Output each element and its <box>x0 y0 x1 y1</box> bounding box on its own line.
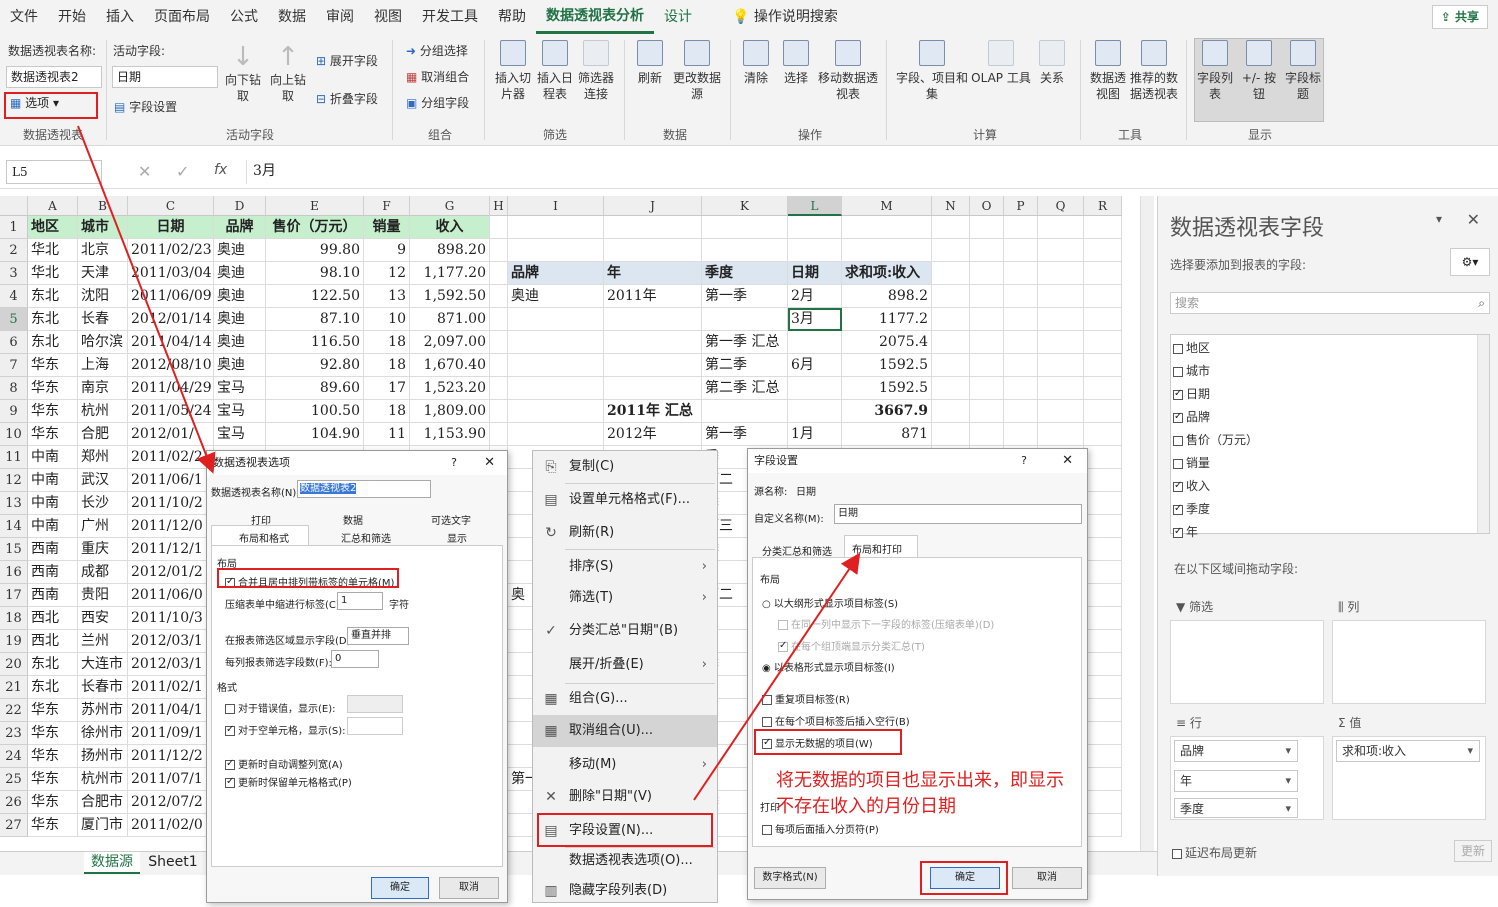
field-label: 城市 <box>1186 364 1211 378</box>
arrow-to-options-dialog <box>77 125 216 474</box>
field-item[interactable]: 季度 <box>1173 500 1210 517</box>
field-label: 日期 <box>1186 387 1211 401</box>
filter-icon: ▼ <box>1176 600 1186 614</box>
drag-label: 在以下区域间拖动字段: <box>1174 562 1299 576</box>
field-search-input[interactable]: 搜索 ⌕ <box>1170 292 1490 314</box>
search-icon: ⌕ <box>1478 296 1485 310</box>
choose-label: 选择要添加到报表的字段: <box>1170 258 1307 272</box>
filter-zone-label: ▼ 筛选 <box>1176 598 1213 615</box>
rows-label: 行 <box>1189 716 1202 730</box>
field-item[interactable]: 售价（万元） <box>1173 431 1258 448</box>
rows-icon: ≡ <box>1176 716 1187 730</box>
field-item[interactable]: 地区 <box>1173 339 1210 356</box>
sigma-icon: Σ <box>1338 716 1346 730</box>
filter-label: 筛选 <box>1189 600 1214 614</box>
field-item[interactable]: 年 <box>1173 523 1198 540</box>
values-label: 值 <box>1349 716 1362 730</box>
search-placeholder: 搜索 <box>1175 296 1200 310</box>
pivot-field-pane: 数据透视表字段 ▾ ✕ 选择要添加到报表的字段: ⚙▾ 搜索 ⌕ 地区城市日期品牌… <box>1157 196 1498 876</box>
checkbox-checked-icon <box>1173 388 1183 400</box>
checkbox-checked-icon <box>1173 411 1183 423</box>
update-button[interactable]: 更新 <box>1454 840 1492 862</box>
checkbox-icon <box>1172 848 1182 859</box>
gear-icon[interactable]: ⚙▾ <box>1450 248 1490 276</box>
field-item[interactable]: 品牌 <box>1173 408 1210 425</box>
filter-zone[interactable] <box>1170 620 1324 704</box>
field-label: 收入 <box>1186 479 1211 493</box>
field-item[interactable]: 日期 <box>1173 385 1210 402</box>
field-label: 品牌 <box>1186 410 1211 424</box>
field-label: 地区 <box>1186 341 1211 355</box>
field-label: 销量 <box>1186 456 1211 470</box>
checkbox-icon <box>1173 366 1183 377</box>
field-list: 地区城市日期品牌售价（万元） 销量收入季度年 <box>1170 334 1490 539</box>
checkbox-icon <box>1173 458 1183 469</box>
defer-label: 延迟布局更新 <box>1185 846 1258 860</box>
field-label: 售价（万元） <box>1186 433 1259 447</box>
checkbox-checked-icon <box>1173 526 1183 538</box>
columns-label: 列 <box>1347 600 1360 614</box>
checkbox-icon <box>1173 343 1183 354</box>
columns-zone-label: ⫼ 列 <box>1338 598 1359 615</box>
pane-title: 数据透视表字段 <box>1170 216 1325 241</box>
checkbox-checked-icon <box>1173 503 1183 515</box>
field-label: 年 <box>1186 525 1199 539</box>
chevron-down-icon[interactable]: ▾ <box>1436 212 1442 226</box>
field-item[interactable]: 销量 <box>1173 454 1210 471</box>
field-list-scrollbar[interactable] <box>1477 335 1489 533</box>
close-icon[interactable]: ✕ <box>1467 210 1480 229</box>
columns-icon: ⫼ <box>1338 600 1344 614</box>
field-item[interactable]: 城市 <box>1173 362 1210 379</box>
vertical-scrollbar[interactable] <box>1140 196 1154 851</box>
field-label: 季度 <box>1186 502 1211 516</box>
value-field-revenue[interactable]: 求和项:收入 <box>1336 740 1480 762</box>
row-field-brand[interactable]: 品牌 <box>1174 740 1298 762</box>
row-field-year[interactable]: 年 <box>1174 770 1298 792</box>
arrow-to-layout-tab <box>693 552 861 801</box>
columns-zone[interactable] <box>1332 620 1486 704</box>
checkbox-icon <box>1173 435 1183 446</box>
defer-checkbox[interactable]: 延迟布局更新 <box>1172 844 1257 861</box>
checkbox-checked-icon <box>1173 480 1183 492</box>
rows-zone-label: ≡ 行 <box>1176 714 1202 731</box>
row-field-quarter[interactable]: 季度 <box>1174 798 1298 819</box>
field-item[interactable]: 收入 <box>1173 477 1210 494</box>
values-zone-label: Σ 值 <box>1338 714 1361 731</box>
